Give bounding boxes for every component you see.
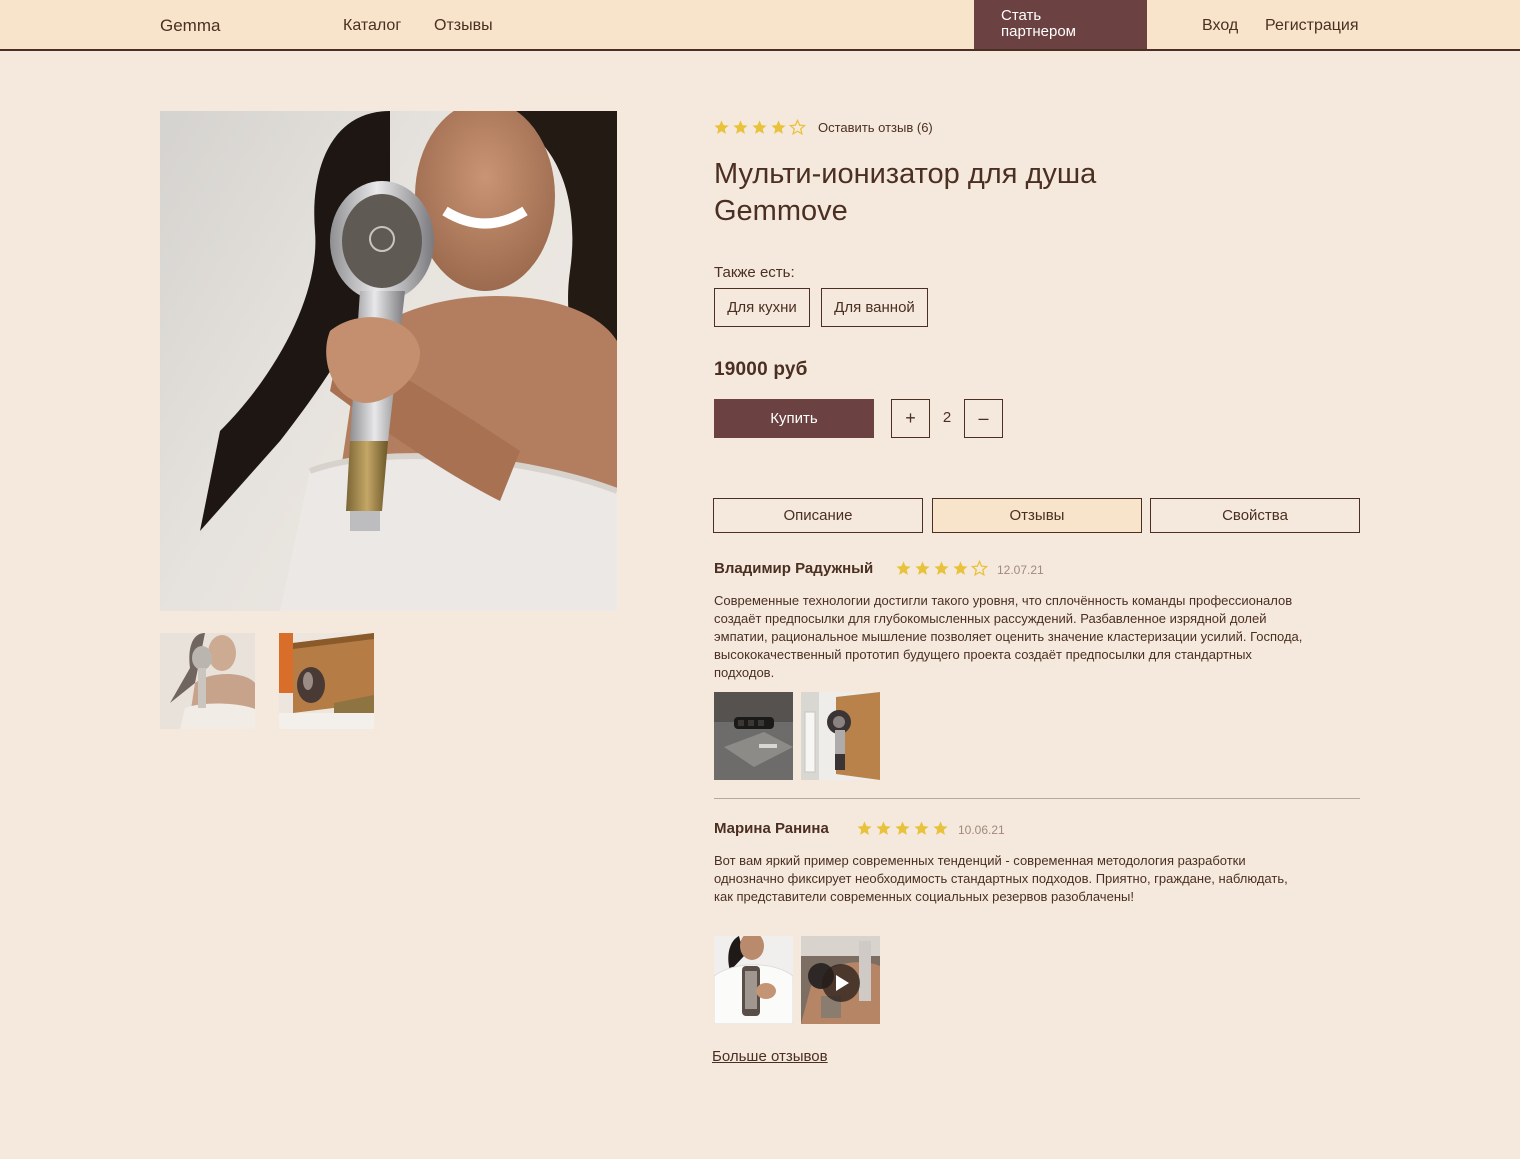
star-icon (771, 120, 786, 134)
quantity-value: 2 (942, 409, 952, 426)
star-icon (933, 821, 948, 835)
become-partner-button[interactable]: Стать партнером (974, 0, 1147, 49)
star-icon (714, 120, 729, 134)
register-link[interactable]: Регистрация (1265, 17, 1359, 35)
star-icon (914, 821, 929, 835)
variant-bathroom-button[interactable]: Для ванной (821, 288, 928, 327)
play-icon[interactable] (801, 936, 880, 1024)
also-available-label: Также есть: (714, 264, 795, 281)
become-partner-label: Стать партнером (1001, 7, 1076, 40)
review-rating-stars (895, 560, 988, 577)
more-reviews-link[interactable]: Больше отзывов (712, 1048, 828, 1065)
review-rating-stars (856, 820, 949, 837)
tab-reviews[interactable]: Отзывы (932, 498, 1142, 533)
site-logo[interactable]: Gemma (160, 16, 220, 36)
quantity-minus-button[interactable]: – (964, 399, 1003, 438)
nav-link-catalog[interactable]: Каталог (343, 17, 401, 35)
review-text: Современные технологии достигли такого у… (714, 593, 1303, 680)
review-divider (714, 798, 1360, 799)
thumbnail-box-image (279, 633, 374, 729)
review-text: Вот вам яркий пример современных тенденц… (714, 853, 1288, 904)
product-thumbnail-1[interactable] (160, 633, 255, 729)
product-price: 19000 руб (714, 359, 808, 380)
star-outline-icon (971, 560, 988, 577)
tab-properties[interactable]: Свойства (1150, 498, 1360, 533)
star-icon (857, 821, 872, 835)
review-photo-box-image (801, 692, 880, 780)
review-photo[interactable] (714, 936, 793, 1024)
thumbnail-woman-shower-image (160, 633, 255, 729)
review-author: Владимир Радужный (714, 560, 874, 577)
review-photo[interactable] (714, 692, 793, 780)
review-photo-bracelet-image (714, 692, 793, 780)
review-date: 12.07.21 (997, 563, 1044, 577)
star-icon (915, 561, 930, 575)
nav-link-reviews[interactable]: Отзывы (434, 17, 493, 35)
star-outline-icon (789, 119, 806, 136)
review-video[interactable] (801, 936, 880, 1024)
review-author: Марина Ранина (714, 820, 829, 837)
star-icon (752, 120, 767, 134)
product-thumbnail-2[interactable] (279, 633, 374, 729)
star-icon (895, 821, 910, 835)
review-photo[interactable] (801, 692, 880, 780)
product-rating-stars (713, 119, 806, 136)
review-date: 10.06.21 (958, 823, 1005, 837)
star-icon (896, 561, 911, 575)
site-header: Gemma Каталог Отзывы Стать партнером Вхо… (0, 0, 1520, 51)
product-main-photo[interactable] (160, 111, 617, 611)
tab-description[interactable]: Описание (713, 498, 923, 533)
review-photo-woman-image (714, 936, 793, 1024)
product-photo-illustration (200, 111, 617, 611)
quantity-plus-button[interactable]: + (891, 399, 930, 438)
star-icon (876, 821, 891, 835)
variant-kitchen-button[interactable]: Для кухни (714, 288, 810, 327)
leave-review-link[interactable]: Оставить отзыв (6) (818, 120, 933, 135)
star-icon (934, 561, 949, 575)
buy-button[interactable]: Купить (714, 399, 874, 438)
login-link[interactable]: Вход (1202, 17, 1238, 35)
star-icon (733, 120, 748, 134)
product-title: Мульти-ионизатор для душа Gemmove (714, 158, 1097, 227)
star-icon (953, 561, 968, 575)
product-rating: Оставить отзыв (6) (713, 119, 933, 136)
